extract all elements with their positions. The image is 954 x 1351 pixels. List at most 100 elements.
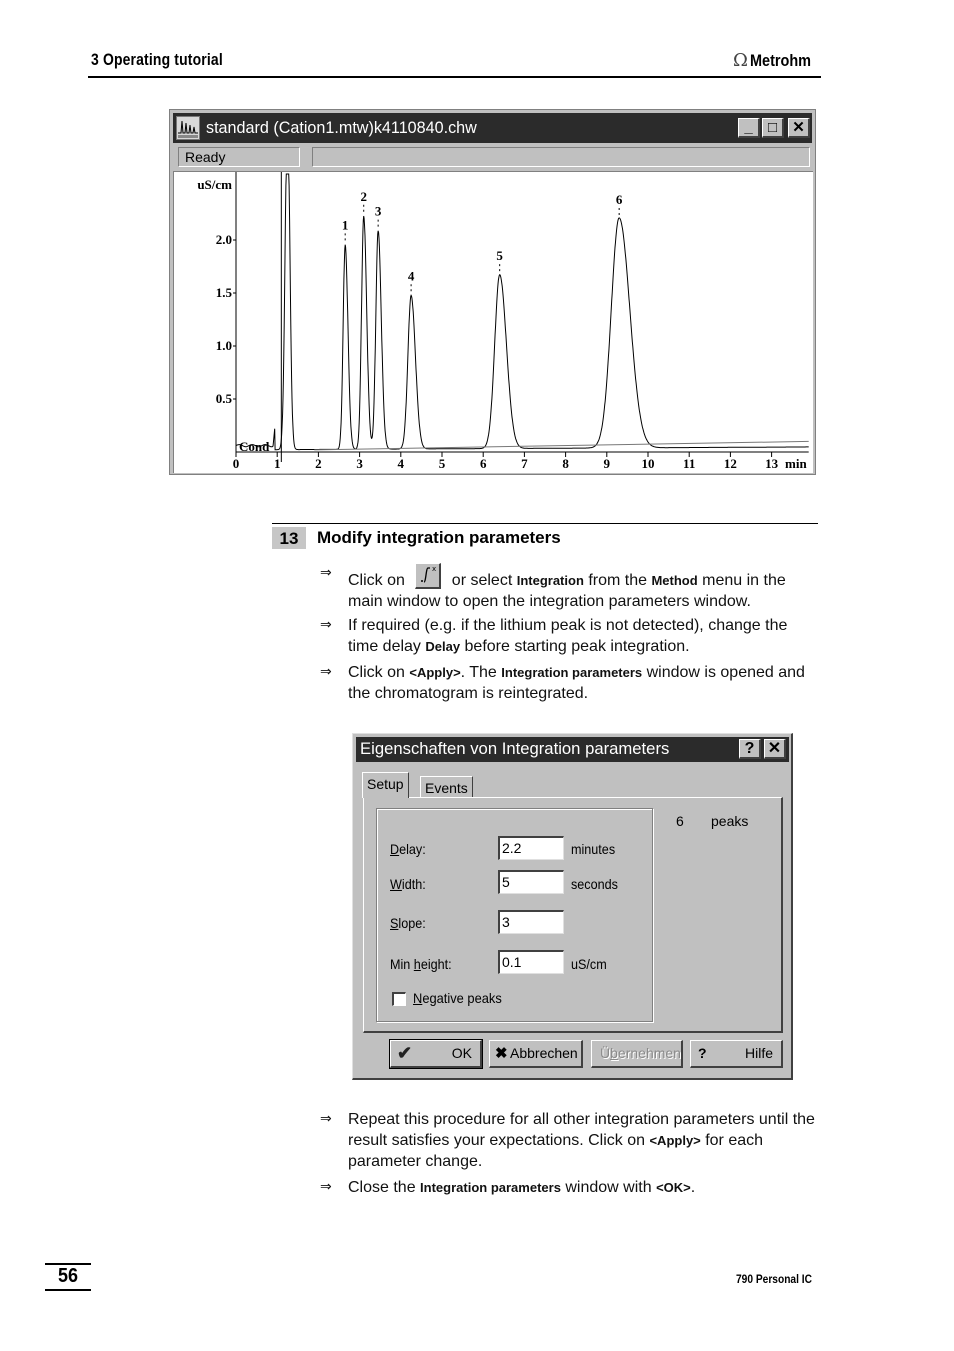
x-tick-label: 0 — [233, 456, 240, 471]
x-tick-label: 6 — [480, 456, 487, 471]
x-axis-label: min — [785, 456, 807, 471]
parameters-group: Delay: 2.2 minutes Width: 5 seconds Slop… — [376, 808, 653, 1022]
arrow-icon: ⇒ — [320, 1179, 332, 1195]
y-tick-label: 0.5 — [216, 391, 233, 406]
slope-input[interactable]: 3 — [498, 910, 564, 934]
chromatogram-titlebar[interactable]: standard (Cation1.mtw)k4110840.chw _ □ ✕ — [173, 113, 812, 143]
peak-label: 1 — [342, 217, 349, 232]
width-input[interactable]: 5 — [498, 870, 564, 894]
x-tick-label: 13 — [765, 456, 779, 471]
header-rule — [88, 76, 821, 78]
x-tick-label: 9 — [604, 456, 611, 471]
min-height-unit: uS/cm — [571, 956, 607, 972]
question-icon: ? — [698, 1045, 707, 1061]
maximize-icon: □ — [767, 119, 778, 136]
delay-label: Delay: — [390, 841, 426, 857]
step-title: Modify integration parameters — [317, 528, 561, 547]
chromatogram-plot[interactable]: 0 1 2 3 4 5 6 7 8 9 10 11 12 13 min Cond 0.5 1.0 1.5 2.0 uS/… — [173, 171, 813, 473]
button-ref-apply: <Apply> — [409, 665, 461, 680]
chromatogram-trace — [235, 173, 809, 451]
checkmark-icon: ✔ — [397, 1043, 413, 1063]
field-ref-delay: Delay — [425, 639, 461, 654]
step-rule — [272, 523, 818, 524]
tab-events[interactable]: Events — [420, 776, 473, 798]
y-axis-label: uS/cm — [197, 177, 232, 192]
button-ref-ok: <OK> — [656, 1180, 691, 1195]
peak-label: 2 — [360, 189, 367, 204]
slope-label: Slope: — [390, 915, 426, 931]
chromatogram-chart: 0 1 2 3 4 5 6 7 8 9 10 11 12 13 minCond0.51.01.52.0uS/… — [197, 172, 809, 471]
instruction-item: ⇒ Repeat this procedure for all other in… — [320, 1111, 815, 1170]
x-tick-label: 12 — [724, 456, 737, 471]
x-tick-label: 5 — [439, 456, 446, 471]
status-panel — [312, 147, 810, 167]
x-tick-label: 8 — [562, 456, 569, 471]
brand-logo: Ω Metrohm — [733, 50, 822, 71]
tab-setup[interactable]: Setup — [362, 772, 409, 798]
x-tick-label: 4 — [398, 456, 405, 471]
window-ref-integration-parameters: Integration parameters — [501, 665, 643, 680]
instruction-item: ⇒ If required (e.g. if the lithium peak … — [320, 617, 788, 655]
question-icon: ? — [744, 740, 755, 757]
maximize-button[interactable]: □ — [762, 118, 784, 138]
page-number: 56 — [57, 1265, 79, 1287]
chromatogram-app-icon[interactable] — [176, 116, 200, 140]
negative-peaks-label[interactable]: Negative peaks — [413, 990, 502, 1006]
width-label: Width: — [390, 876, 426, 892]
apply-button[interactable]: Übernehmen — [591, 1040, 683, 1068]
page-number-rule — [45, 1289, 91, 1291]
arrow-icon: ⇒ — [320, 617, 332, 633]
x-tick-label: 3 — [356, 456, 363, 471]
peak-label: 3 — [375, 204, 382, 219]
width-unit: seconds — [571, 876, 618, 892]
status-ready: Ready — [178, 147, 300, 167]
min-height-input[interactable]: 0.1 — [498, 950, 564, 974]
chromatogram-window: standard (Cation1.mtw)k4110840.chw _ □ ✕… — [169, 109, 816, 475]
omega-logo-icon: Ω — [733, 50, 748, 71]
negative-peaks-checkbox[interactable] — [392, 992, 406, 1006]
brand-name: Metrohm — [749, 50, 811, 70]
instruction-item: ⇒ Close the Integration parameters windo… — [320, 1179, 696, 1196]
y-tick-label: 1.5 — [216, 285, 233, 300]
instruction-item: ⇒ Click on <Apply>. The Integration para… — [320, 664, 805, 702]
window-ref-integration-parameters: Integration parameters — [420, 1180, 561, 1195]
arrow-icon: ⇒ — [320, 1111, 332, 1127]
y-tick-label: 1.0 — [216, 338, 232, 353]
instruction-item: ⇒ Click on x or select Integration from … — [320, 563, 786, 610]
integration-parameters-dialog: Eigenschaften von Integration parameters… — [352, 733, 793, 1080]
dialog-close-button[interactable]: ✕ — [764, 739, 786, 759]
x-tick-label: 10 — [642, 456, 655, 471]
close-icon: ✕ — [767, 740, 782, 757]
arrow-icon: ⇒ — [320, 664, 332, 680]
peak-label: 6 — [616, 192, 623, 207]
menu-ref-method: Method — [651, 573, 698, 588]
min-height-label: Min height: — [390, 956, 452, 972]
x-tick-label: 11 — [683, 456, 695, 471]
dialog-title: Eigenschaften von Integration parameters — [360, 739, 670, 758]
chapter-heading: 3 Operating tutorial — [91, 50, 223, 69]
x-tick-label: 1 — [274, 456, 281, 471]
setup-panel: Delay: 2.2 minutes Width: 5 seconds Slop… — [363, 797, 783, 1033]
close-button[interactable]: ✕ — [788, 118, 810, 138]
peaks-label: peaks — [711, 813, 749, 829]
arrow-icon: ⇒ — [320, 565, 332, 581]
peak-label: 5 — [496, 248, 503, 263]
chromatogram-window-title: standard (Cation1.mtw)k4110840.chw — [206, 118, 477, 137]
product-name: 790 Personal IC — [736, 1272, 812, 1286]
integration-toolbar-icon[interactable]: x — [415, 563, 442, 589]
step-number: 13 — [272, 527, 306, 549]
delay-input[interactable]: 2.2 — [498, 836, 564, 860]
menu-ref-integration: Integration — [516, 573, 584, 588]
help-button[interactable]: ? — [739, 739, 761, 759]
ok-button[interactable]: ✔ OK — [389, 1039, 483, 1069]
x-tick-label: 2 — [315, 456, 322, 471]
delay-unit: minutes — [571, 841, 616, 857]
peaks-count: 6 — [676, 813, 684, 829]
close-icon: ✕ — [792, 119, 805, 136]
dialog-titlebar[interactable]: Eigenschaften von Integration parameters… — [356, 737, 789, 762]
cancel-button[interactable]: ✖ Abbrechen — [489, 1040, 583, 1068]
y-tick-label: 2.0 — [216, 232, 232, 247]
peak-label: 4 — [408, 268, 415, 283]
minimize-button[interactable]: _ — [738, 118, 760, 138]
help-hilfe-button[interactable]: ? Hilfe — [690, 1040, 783, 1068]
